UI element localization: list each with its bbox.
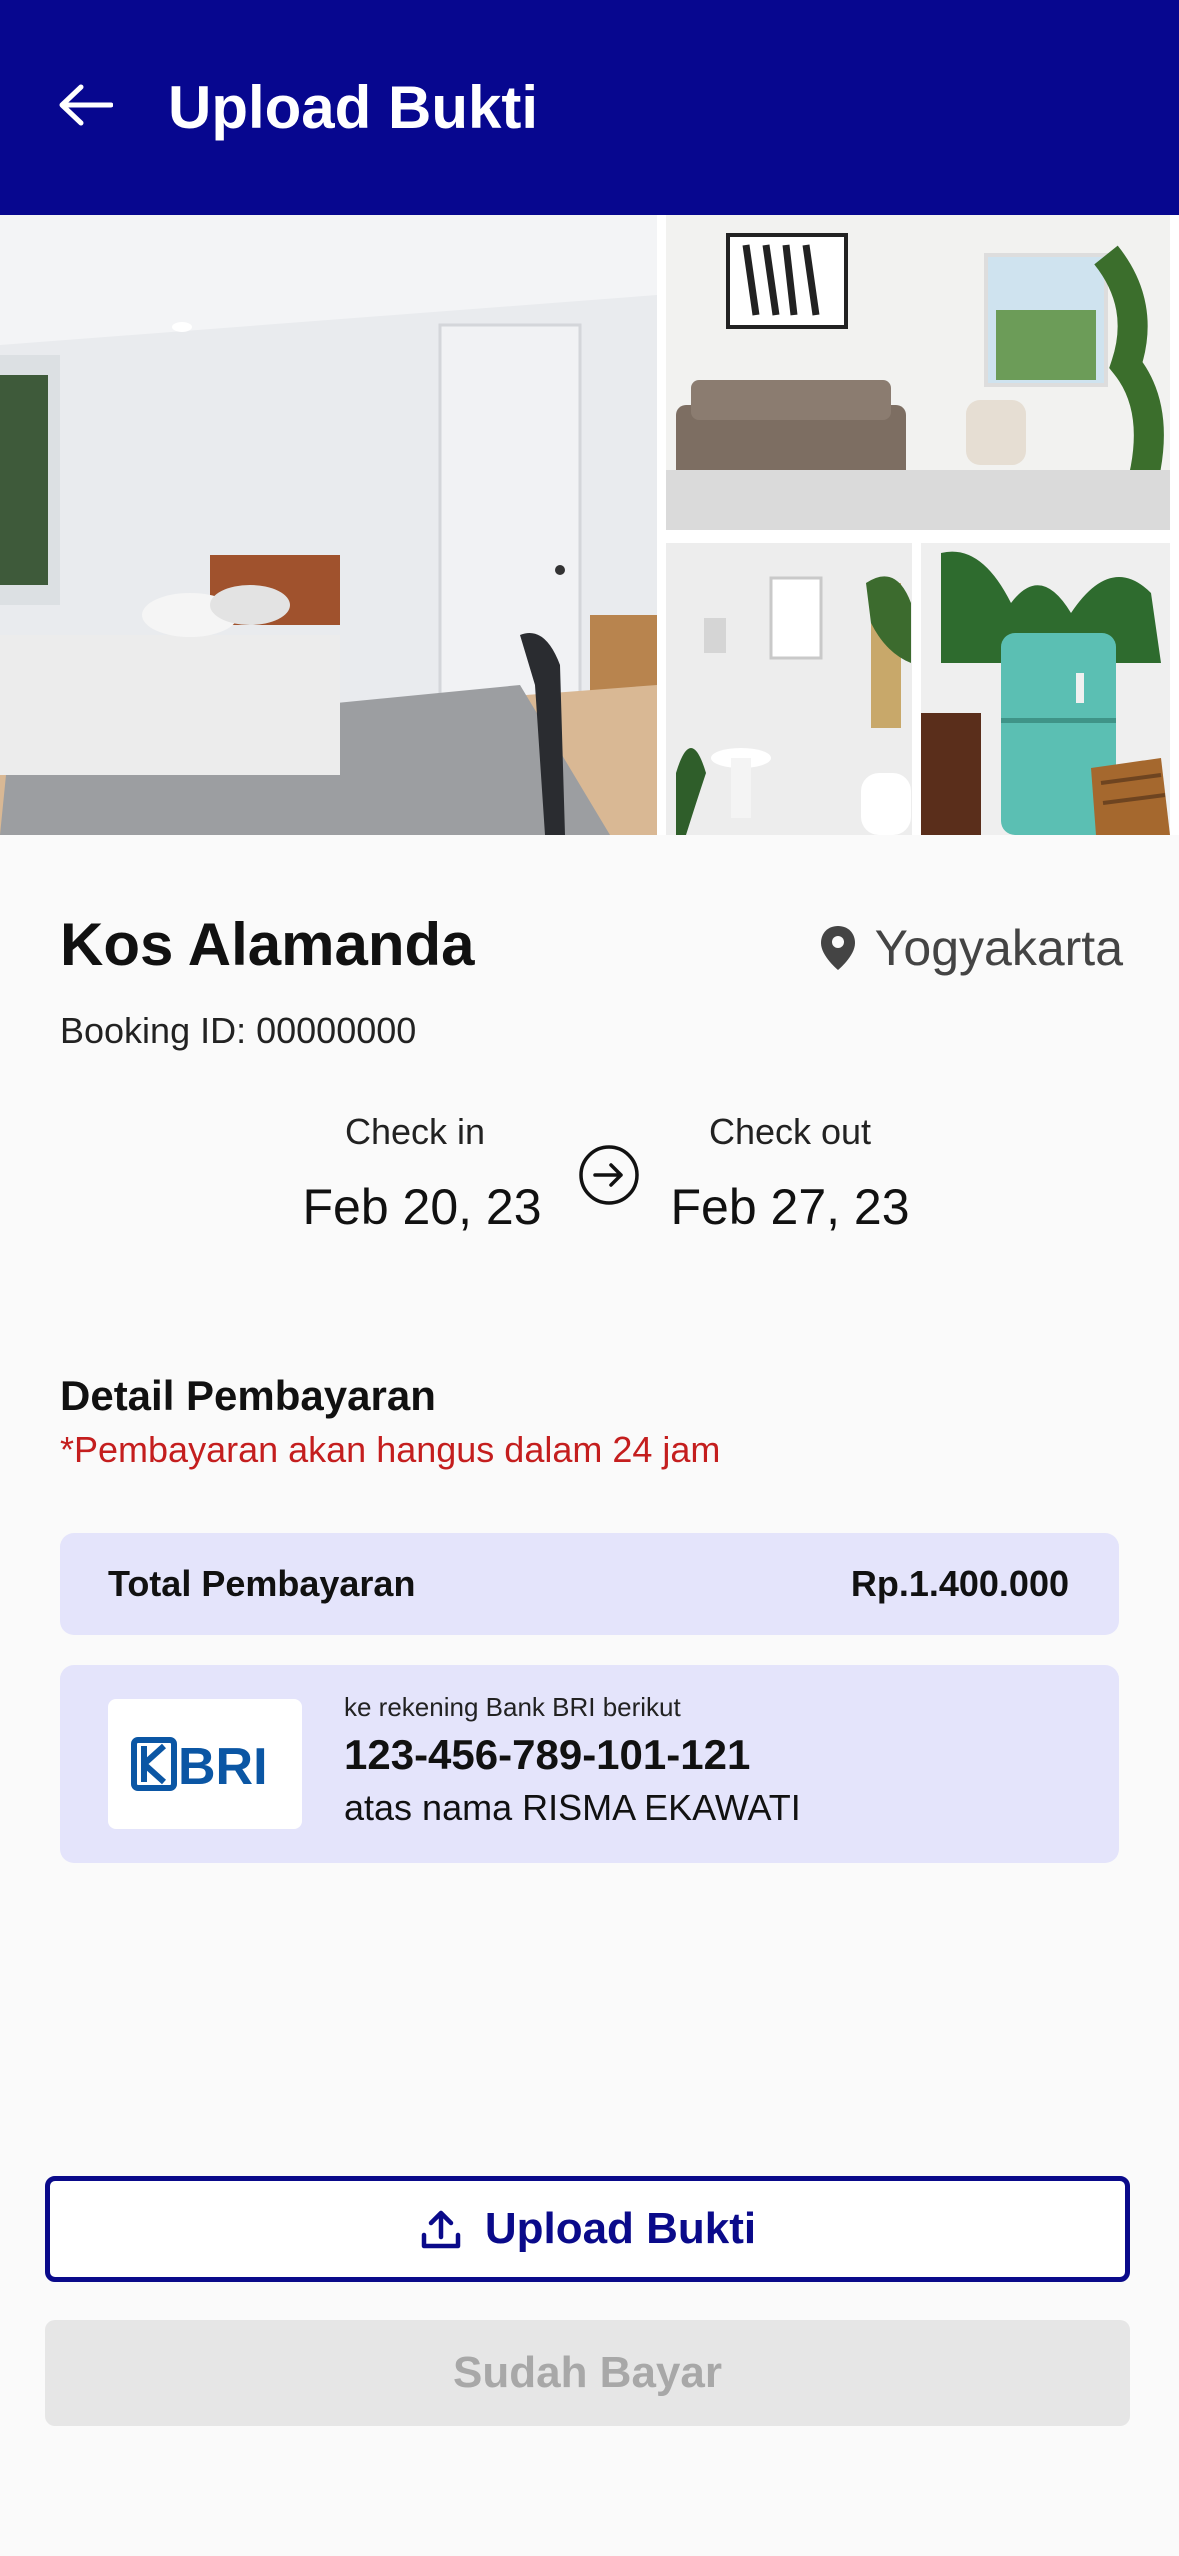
map-pin-icon — [820, 926, 855, 970]
property-name: Kos Alamanda — [60, 911, 475, 978]
page-title: Upload Bukti — [168, 74, 538, 141]
location-text: Yogyakarta — [874, 920, 1123, 976]
booking-id: Booking ID: 00000000 — [60, 1010, 417, 1051]
app-bar: Upload Bukti — [0, 0, 1179, 215]
check-out-date: Feb 27, 23 — [670, 1179, 910, 1235]
total-payment-card: Total Pembayaran Rp.1.400.000 — [60, 1533, 1119, 1635]
sudah-bayar-button[interactable]: Sudah Bayar — [45, 2320, 1130, 2426]
payment-warning: *Pembayaran akan hangus dalam 24 jam — [60, 1429, 721, 1470]
bathroom-photo[interactable] — [666, 543, 912, 835]
back-button[interactable] — [50, 70, 120, 140]
payment-detail-title: Detail Pembayaran — [60, 1372, 436, 1419]
check-out-label: Check out — [708, 1111, 872, 1152]
bri-logo: BRI — [108, 1699, 302, 1829]
kitchen-photo[interactable] — [921, 543, 1170, 835]
total-payment-label: Total Pembayaran — [108, 1563, 416, 1604]
photo-gallery — [0, 215, 1179, 835]
upload-bukti-button[interactable]: Upload Bukti — [45, 2176, 1130, 2282]
check-in-label: Check in — [344, 1111, 486, 1152]
arrow-right-circle-icon — [579, 1145, 639, 1205]
upload-icon — [421, 2210, 461, 2249]
bank-account-holder: atas nama RISMA EKAWATI — [344, 1787, 801, 1828]
bank-caption: ke rekening Bank BRI berikut — [344, 1692, 681, 1722]
bank-account-number: 123-456-789-101-121 — [344, 1731, 751, 1778]
bank-account-card: BRI ke rekening Bank BRI berikut 123-456… — [60, 1665, 1119, 1863]
sudah-bayar-label: Sudah Bayar — [453, 2348, 722, 2397]
upload-bukti-label: Upload Bukti — [484, 2204, 757, 2253]
arrow-left-icon — [59, 84, 113, 126]
check-in-date: Feb 20, 23 — [302, 1179, 542, 1235]
bedroom-photo[interactable] — [0, 215, 657, 835]
living-room-photo[interactable] — [666, 215, 1170, 530]
svg-text:BRI: BRI — [178, 1738, 268, 1796]
total-payment-value: Rp.1.400.000 — [850, 1563, 1069, 1604]
location: Yogyakarta — [819, 918, 1123, 978]
